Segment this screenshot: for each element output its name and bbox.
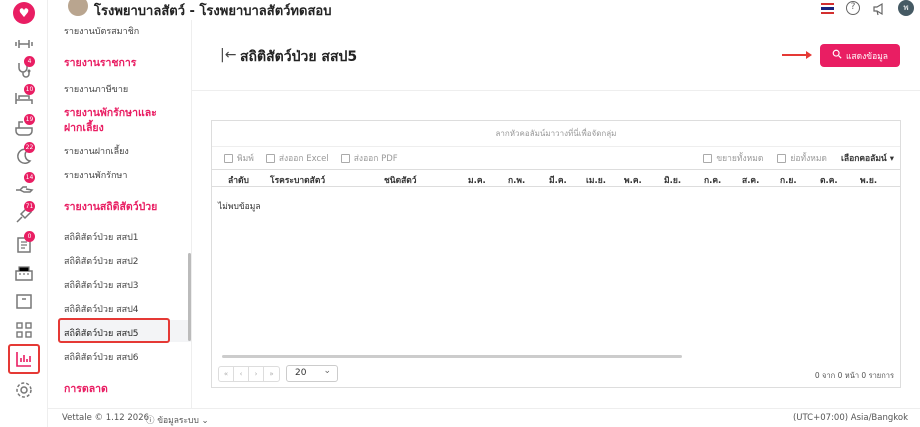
collapse-all-button[interactable]: ย่อทั้งหมด [777, 151, 827, 165]
icon-rail: ♥ 4 10 19 22 14 71 0 [0, 0, 48, 427]
export-pdf-label: ส่งออก PDF [353, 154, 398, 164]
footer: Vettale © 1.12 2026 ⓘ ข้อมูลระบบ ⌄ (UTC+… [48, 408, 920, 427]
sidebar-heading-government: รายงานราชการ [64, 57, 137, 69]
pager: « ‹ › » 20 [218, 364, 338, 382]
annotation-arrow [782, 51, 812, 59]
settings-icon[interactable] [14, 380, 34, 400]
top-actions: ? พ [821, 0, 914, 16]
sidebar-heading-boarding: รายงานพักรักษาและฝากเลี้ยง [64, 107, 157, 134]
prev-page-button[interactable]: ‹ [234, 366, 249, 381]
chevron-down-icon: ▾ [889, 154, 894, 164]
version-text: Vettale © 1.12 2026 [62, 413, 150, 423]
sidebar-heading-marketing: การตลาด [64, 383, 108, 395]
column-header[interactable]: ก.ย. [780, 173, 797, 187]
print-button[interactable]: พิมพ์ [224, 151, 254, 165]
report-sidebar: รายงานบัตรสมาชิก รายงานราชการ รายงานภาษี… [48, 20, 192, 408]
user-avatar[interactable]: พ [898, 0, 914, 16]
column-header[interactable]: ชนิดสัตว์ [384, 173, 417, 187]
expand-all-label: ขยายทั้งหมด [716, 154, 764, 164]
group-panel[interactable]: ลากหัวคอลัมน์มาวางที่นี่เพื่อจัดกลุ่ม [212, 121, 900, 147]
sidebar-item-boarding-report[interactable]: รายงานฝากเลี้ยง [64, 144, 129, 158]
cash-register-icon[interactable] [14, 263, 34, 283]
column-header[interactable]: เม.ย. [586, 173, 606, 187]
sidebar-item-member-report[interactable]: รายงานบัตรสมาชิก [64, 24, 139, 38]
column-header[interactable]: โรคระบาดสัตว์ [270, 173, 325, 187]
export-excel-label: ส่งออก Excel [278, 154, 329, 164]
pdf-icon [340, 153, 350, 163]
show-data-button[interactable]: แสดงข้อมูล [820, 44, 900, 67]
sidebar-item-stats-6[interactable]: สถิติสัตว์ป่วย สสป6 [64, 350, 139, 364]
page-info: 0 จาก 0 หน้า 0 รายการ [814, 371, 894, 380]
expand-icon [703, 153, 713, 163]
hospital-title: โรงพยาบาลสัตว์ - โรงพยาบาลสัตว์ทดสอบ [94, 4, 332, 19]
column-header[interactable]: ก.พ. [508, 173, 525, 187]
column-header[interactable]: ต.ค. [820, 173, 838, 187]
column-header[interactable]: ส.ค. [742, 173, 759, 187]
no-data-message: ไม่พบข้อมูล [218, 202, 261, 212]
show-data-label: แสดงข้อมูล [845, 51, 889, 62]
sidebar-item-sales-tax[interactable]: รายงานภาษีขาย [64, 82, 128, 96]
sidebar-item-stats-4[interactable]: สถิติสัตว์ป่วย สสป4 [64, 302, 139, 316]
page-title: สถิติสัตว์ป่วย สสป5 [240, 49, 358, 65]
thai-flag-icon[interactable] [821, 2, 834, 14]
first-page-button[interactable]: « [219, 366, 234, 381]
main-content: |← สถิติสัตว์ป่วย สสป5 แสดงข้อมูล ลากหัว… [192, 20, 920, 408]
sidebar-heading-sick-stats: รายงานสถิติสัตว์ป่วย [64, 201, 158, 213]
sidebar-item-hospitalization-report[interactable]: รายงานพักรักษา [64, 168, 127, 182]
badge: 19 [24, 114, 35, 125]
export-pdf-button[interactable]: ส่งออก PDF [340, 151, 398, 165]
top-bar: โรงพยาบาลสัตว์ - โรงพยาบาลสัตว์ทดสอบ ? พ [48, 0, 920, 20]
system-info-button[interactable]: ⓘ ข้อมูลระบบ ⌄ [146, 413, 209, 427]
heart-logo-icon[interactable]: ♥ [13, 2, 35, 24]
pager-buttons: « ‹ › » [218, 365, 280, 382]
sidebar-item-stats-1[interactable]: สถิติสัตว์ป่วย สสป1 [64, 230, 139, 244]
column-header[interactable]: มิ.ย. [664, 173, 681, 187]
hospital-avatar [68, 0, 88, 16]
column-header[interactable]: พ.ค. [624, 173, 642, 187]
choose-columns-button[interactable]: เลือกคอลัมน์ ▾ [841, 151, 894, 165]
last-page-button[interactable]: » [264, 367, 279, 381]
app: ♥ 4 10 19 22 14 71 0 โรงพยาบาลสัตว์ - โร… [0, 0, 920, 427]
printer-icon [224, 153, 233, 163]
annotation-highlight-box [58, 318, 170, 343]
badge: 4 [24, 56, 35, 67]
apps-icon[interactable] [14, 320, 34, 340]
export-excel-button[interactable]: ส่งออก Excel [265, 151, 329, 165]
search-icon [832, 49, 842, 62]
divider [192, 90, 920, 91]
annotation-highlight-box [8, 344, 40, 374]
grid-toolbar-right: ขยายทั้งหมด ย่อทั้งหมด เลือกคอลัมน์ ▾ [703, 151, 894, 165]
help-icon[interactable]: ? [846, 1, 860, 15]
column-header[interactable]: ลำดับ [228, 173, 249, 187]
collapse-icon [777, 153, 787, 163]
sidebar-item-stats-2[interactable]: สถิติสัตว์ป่วย สสป2 [64, 254, 139, 268]
badge: 71 [24, 201, 35, 212]
timezone-text: (UTC+07:00) Asia/Bangkok [792, 413, 908, 423]
badge: 22 [24, 142, 35, 153]
excel-icon [265, 153, 275, 163]
horizontal-scrollbar[interactable] [222, 355, 682, 358]
badge: 0 [24, 231, 35, 242]
sidebar-item-stats-3[interactable]: สถิติสัตว์ป่วย สสป3 [64, 278, 139, 292]
table-header: ลำดับ โรคระบาดสัตว์ ชนิดสัตว์ ม.ค. ก.พ. … [212, 169, 900, 187]
print-label: พิมพ์ [237, 154, 254, 164]
column-header[interactable]: ม.ค. [468, 173, 486, 187]
dumbbell-icon[interactable] [14, 34, 34, 54]
badge: 10 [24, 84, 35, 95]
collapse-all-label: ย่อทั้งหมด [790, 154, 827, 164]
megaphone-icon[interactable] [872, 1, 886, 16]
column-header[interactable]: พ.ย. [860, 173, 877, 187]
box-icon[interactable] [14, 291, 34, 311]
data-grid: ลากหัวคอลัมน์มาวางที่นี่เพื่อจัดกลุ่ม พิ… [211, 120, 901, 388]
choose-columns-label: เลือกคอลัมน์ [840, 154, 887, 164]
column-header[interactable]: ก.ค. [704, 173, 721, 187]
badge: 14 [24, 172, 35, 183]
sidebar-scrollbar[interactable] [188, 253, 191, 341]
grid-toolbar: พิมพ์ ส่งออก Excel ส่งออก PDF ขยายทั้งหม… [212, 147, 900, 169]
column-header[interactable]: มี.ค. [549, 173, 567, 187]
collapse-sidebar-icon[interactable]: |← [220, 47, 236, 63]
expand-all-button[interactable]: ขยายทั้งหมด [703, 151, 763, 165]
page-size-select[interactable]: 20 [286, 364, 338, 382]
next-page-button[interactable]: › [249, 366, 264, 381]
